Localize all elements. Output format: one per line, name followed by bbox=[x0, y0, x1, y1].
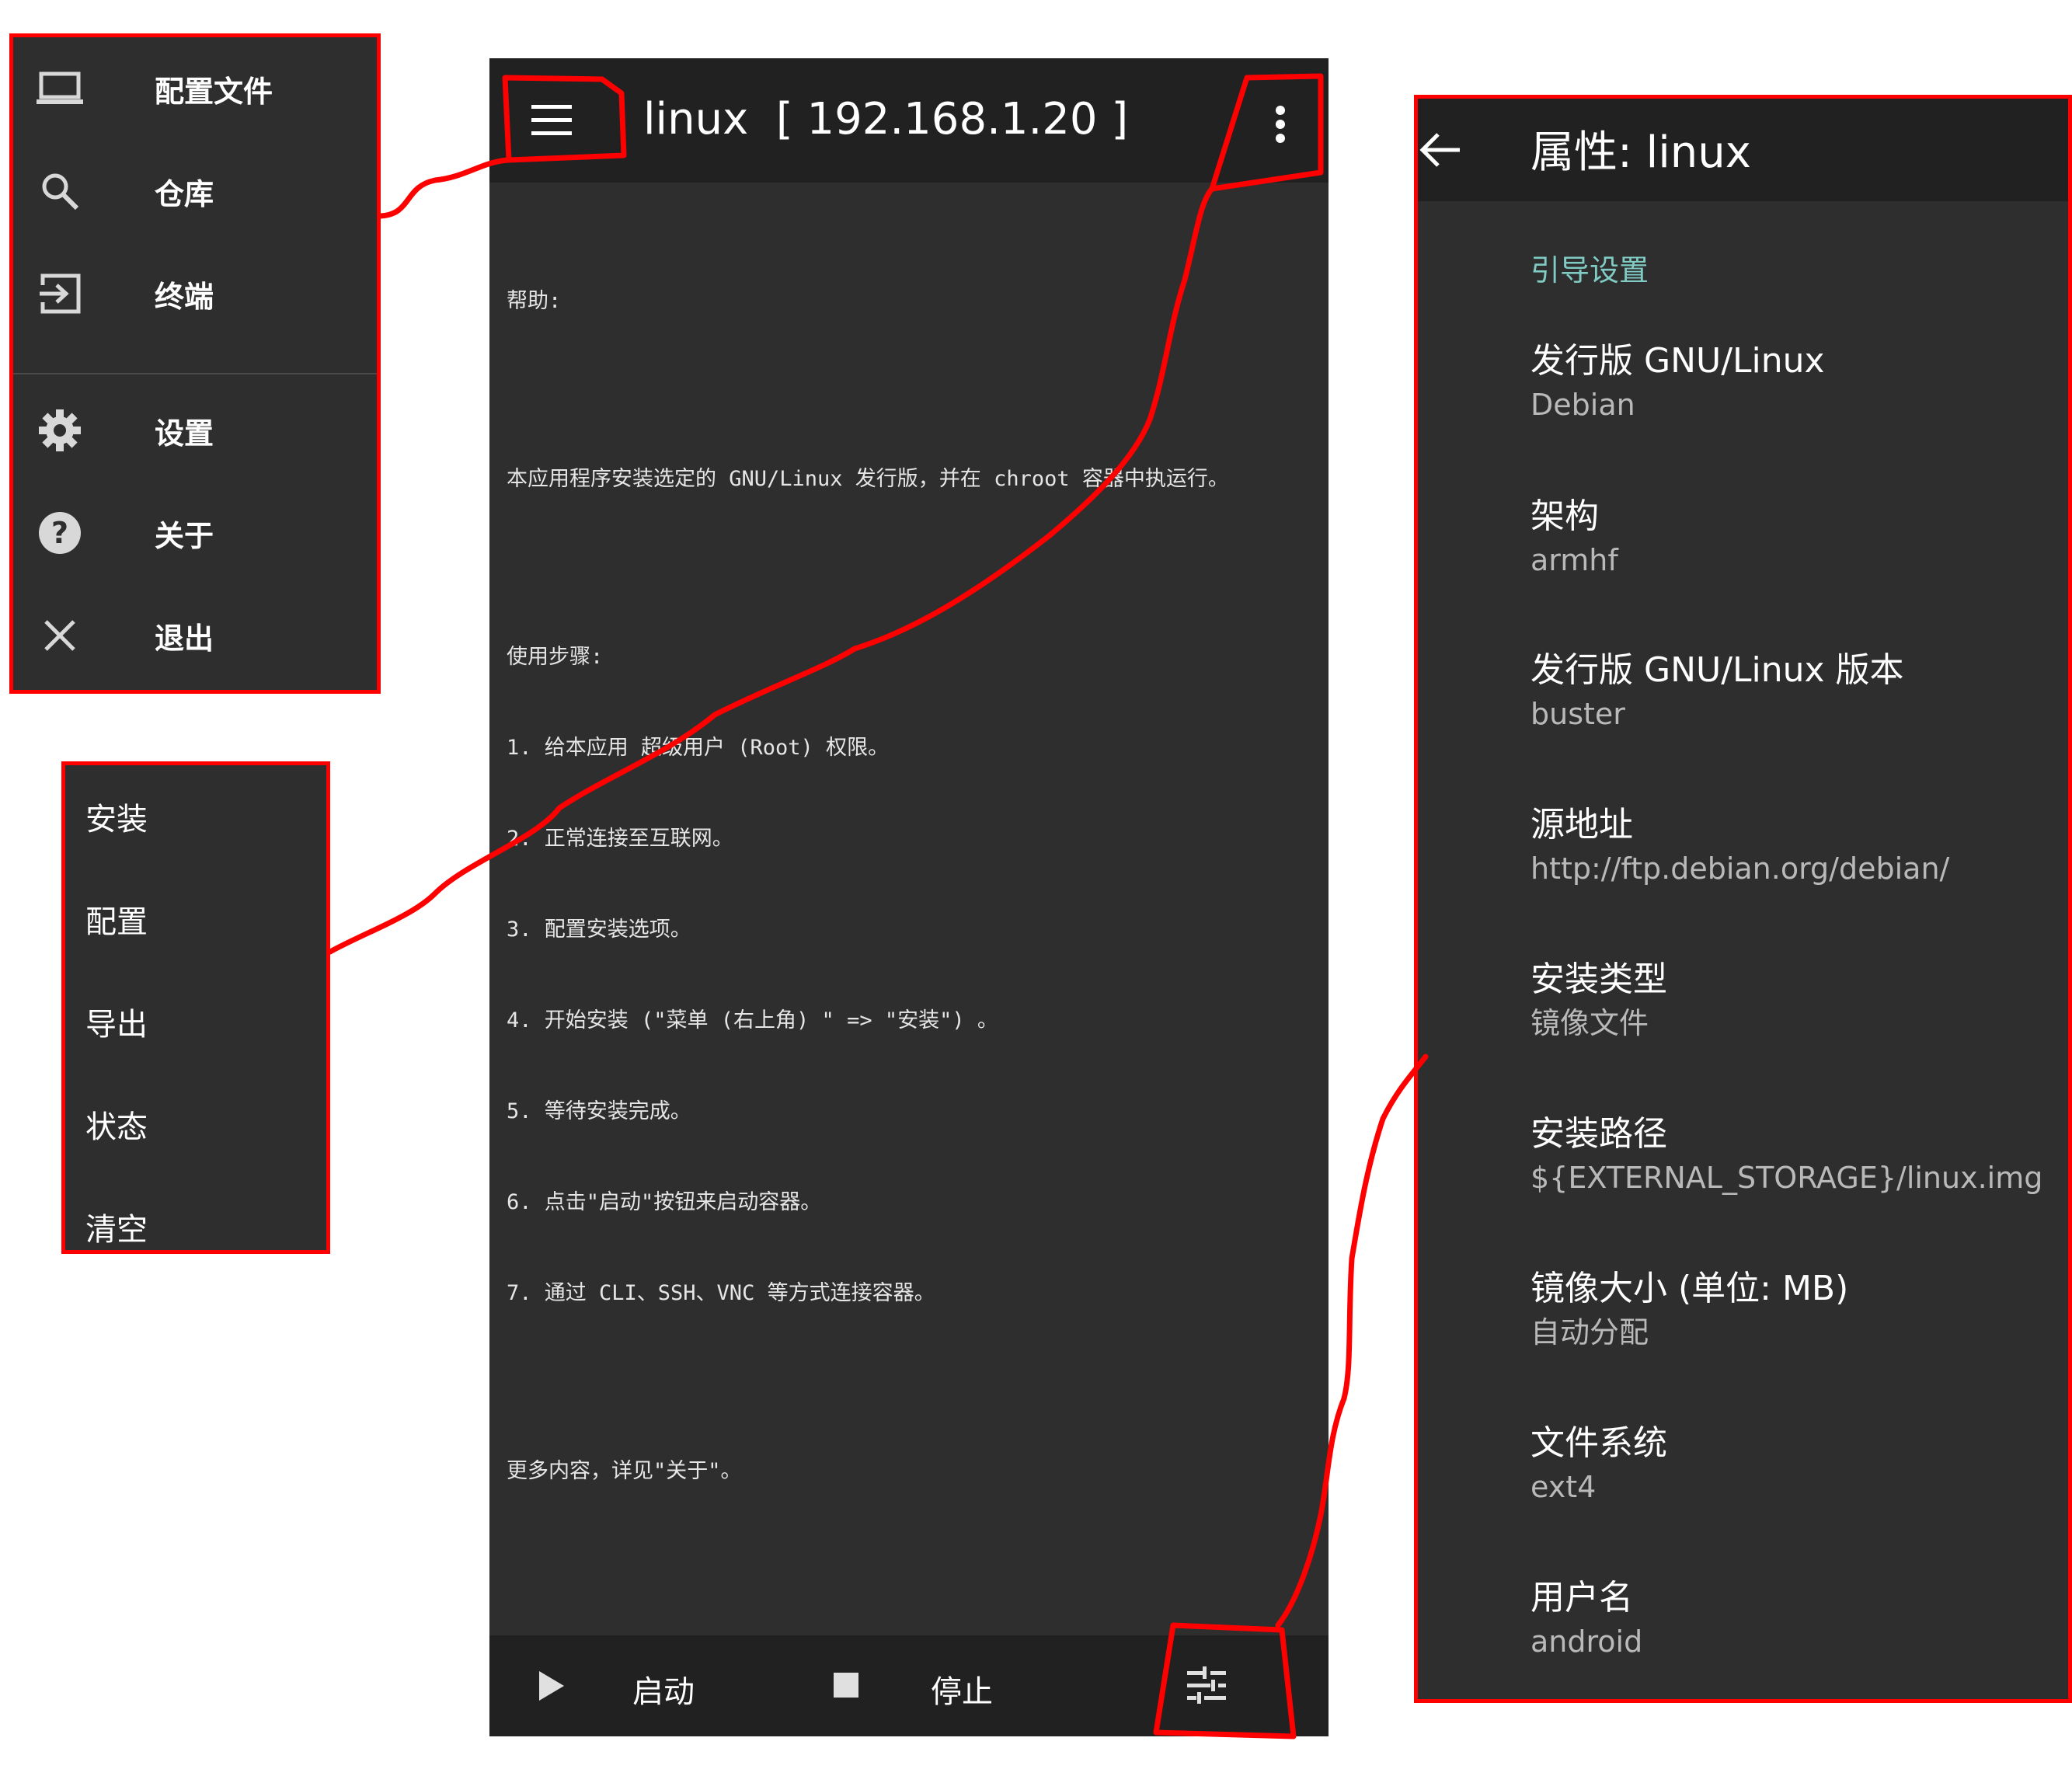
properties-panel: 属性: linux 引导设置 发行版 GNU/Linux Debian 架构 a… bbox=[1414, 95, 2072, 1703]
svg-text:?: ? bbox=[51, 516, 68, 550]
menu-item-export[interactable]: 导出 bbox=[65, 970, 326, 1073]
property-title: 安装类型 bbox=[1530, 959, 1667, 999]
help-icon: ? bbox=[35, 508, 85, 558]
property-value: 镜像文件 bbox=[1530, 1006, 1649, 1040]
help-step: 2. 正常连接至互联网。 bbox=[507, 827, 733, 851]
play-icon[interactable] bbox=[539, 1671, 564, 1701]
laptop-icon bbox=[35, 64, 85, 113]
drawer-item-settings[interactable]: 设置 bbox=[13, 379, 377, 482]
menu-item-configure[interactable]: 配置 bbox=[65, 868, 326, 970]
help-step: 7. 通过 CLI、SSH、VNC 等方式连接容器。 bbox=[507, 1281, 935, 1305]
help-heading: 帮助: bbox=[507, 289, 562, 313]
property-title: 架构 bbox=[1530, 496, 1599, 536]
help-text: 帮助: 本应用程序安装选定的 GNU/Linux 发行版，并在 chroot 容… bbox=[507, 225, 1313, 1547]
drawer-item-label: 退出 bbox=[155, 621, 214, 656]
bottom-action-bar: 启动 停止 bbox=[489, 1635, 1329, 1736]
drawer-item-label: 仓库 bbox=[155, 176, 214, 211]
drawer-item-about[interactable]: ? 关于 bbox=[13, 482, 377, 584]
property-title: 用户名 bbox=[1530, 1578, 1633, 1618]
drawer-item-repository[interactable]: 仓库 bbox=[13, 140, 377, 242]
properties-header: 属性: linux bbox=[1418, 99, 2068, 201]
stop-button[interactable]: 停止 bbox=[931, 1666, 993, 1712]
menu-item-install[interactable]: 安装 bbox=[65, 765, 326, 868]
overflow-menu: 安装 配置 导出 状态 清空 bbox=[61, 761, 330, 1254]
menu-item-label: 状态 bbox=[85, 1109, 148, 1145]
drawer-item-terminal[interactable]: 终端 bbox=[13, 242, 377, 345]
drawer-item-exit[interactable]: 退出 bbox=[13, 584, 377, 687]
property-version[interactable]: 发行版 GNU/Linux 版本 buster bbox=[1530, 649, 1904, 736]
property-title: 文件系统 bbox=[1530, 1423, 1667, 1463]
property-title: 源地址 bbox=[1530, 805, 1633, 844]
property-install-type[interactable]: 安装类型 镜像文件 bbox=[1530, 958, 1667, 1045]
search-icon bbox=[35, 166, 85, 216]
property-image-size[interactable]: 镜像大小 (单位: MB) 自动分配 bbox=[1530, 1267, 1848, 1354]
property-title: 镜像大小 (单位: MB) bbox=[1530, 1269, 1849, 1308]
main-screen: linux [ 192.168.1.20 ] 帮助: 本应用程序安装选定的 GN… bbox=[489, 58, 1329, 1736]
properties-title: 属性: linux bbox=[1530, 127, 1751, 178]
tune-settings-icon[interactable] bbox=[1186, 1666, 1228, 1705]
top-app-bar: linux [ 192.168.1.20 ] bbox=[489, 58, 1329, 183]
help-step: 6. 点击"启动"按钮来启动容器。 bbox=[507, 1190, 822, 1214]
property-distribution[interactable]: 发行版 GNU/Linux Debian bbox=[1530, 340, 1825, 427]
arrow-back-icon[interactable] bbox=[1418, 127, 1464, 173]
property-value: ext4 bbox=[1530, 1470, 1597, 1504]
property-source-url[interactable]: 源地址 http://ftp.debian.org/debian/ bbox=[1530, 803, 1949, 890]
drawer-item-profiles[interactable]: 配置文件 bbox=[13, 37, 377, 140]
drawer-item-label: 配置文件 bbox=[155, 74, 273, 109]
close-icon bbox=[35, 611, 85, 660]
start-button[interactable]: 启动 bbox=[632, 1666, 695, 1712]
property-value: http://ftp.debian.org/debian/ bbox=[1530, 851, 1950, 886]
drawer-item-label: 终端 bbox=[155, 279, 214, 314]
property-value: buster bbox=[1530, 697, 1625, 731]
drawer-item-label: 关于 bbox=[155, 518, 214, 553]
help-step: 4. 开始安装 ("菜单 (右上角) " => "安装") 。 bbox=[507, 1008, 998, 1032]
help-step: 3. 配置安装选项。 bbox=[507, 918, 691, 942]
property-value: armhf bbox=[1530, 543, 1618, 577]
drawer-item-label: 设置 bbox=[155, 416, 214, 451]
gear-icon bbox=[35, 406, 85, 455]
property-username[interactable]: 用户名 android bbox=[1530, 1576, 1642, 1663]
menu-item-label: 清空 bbox=[85, 1212, 148, 1248]
help-intro: 本应用程序安装选定的 GNU/Linux 发行版，并在 chroot 容器中执运… bbox=[507, 467, 1229, 491]
menu-hamburger-icon[interactable] bbox=[530, 102, 573, 139]
property-title: 发行版 GNU/Linux 版本 bbox=[1530, 650, 1904, 690]
stop-icon[interactable] bbox=[834, 1673, 858, 1698]
menu-item-label: 导出 bbox=[85, 1007, 148, 1043]
property-value: android bbox=[1530, 1624, 1643, 1659]
property-title: 安装路径 bbox=[1530, 1114, 1667, 1154]
menu-item-label: 安装 bbox=[85, 802, 148, 837]
more-vert-icon[interactable] bbox=[1274, 105, 1287, 144]
help-more: 更多内容，详见"关于"。 bbox=[507, 1459, 742, 1483]
property-install-path[interactable]: 安装路径 ${EXTERNAL_STORAGE}/linux.img bbox=[1530, 1113, 2042, 1200]
drawer-divider bbox=[13, 373, 377, 374]
property-filesystem[interactable]: 文件系统 ext4 bbox=[1530, 1422, 1667, 1509]
help-step: 1. 给本应用 超级用户 (Root) 权限。 bbox=[507, 736, 890, 760]
property-title: 发行版 GNU/Linux bbox=[1530, 341, 1825, 381]
property-value: ${EXTERNAL_STORAGE}/linux.img bbox=[1530, 1161, 2043, 1195]
menu-item-label: 配置 bbox=[85, 904, 148, 940]
property-value: Debian bbox=[1530, 388, 1635, 422]
app-title: linux [ 192.168.1.20 ] bbox=[643, 94, 1129, 145]
property-architecture[interactable]: 架构 armhf bbox=[1530, 495, 1618, 582]
help-step: 5. 等待安装完成。 bbox=[507, 1099, 691, 1123]
navigation-drawer: 配置文件 仓库 终端 设置 ? 关于 退出 bbox=[9, 33, 381, 694]
menu-item-status[interactable]: 状态 bbox=[65, 1073, 326, 1175]
menu-item-clear[interactable]: 清空 bbox=[65, 1175, 326, 1278]
property-value: 自动分配 bbox=[1530, 1315, 1649, 1349]
section-header: 引导设置 bbox=[1530, 253, 1649, 287]
help-steps-heading: 使用步骤: bbox=[507, 645, 604, 669]
terminal-enter-icon bbox=[35, 269, 85, 319]
